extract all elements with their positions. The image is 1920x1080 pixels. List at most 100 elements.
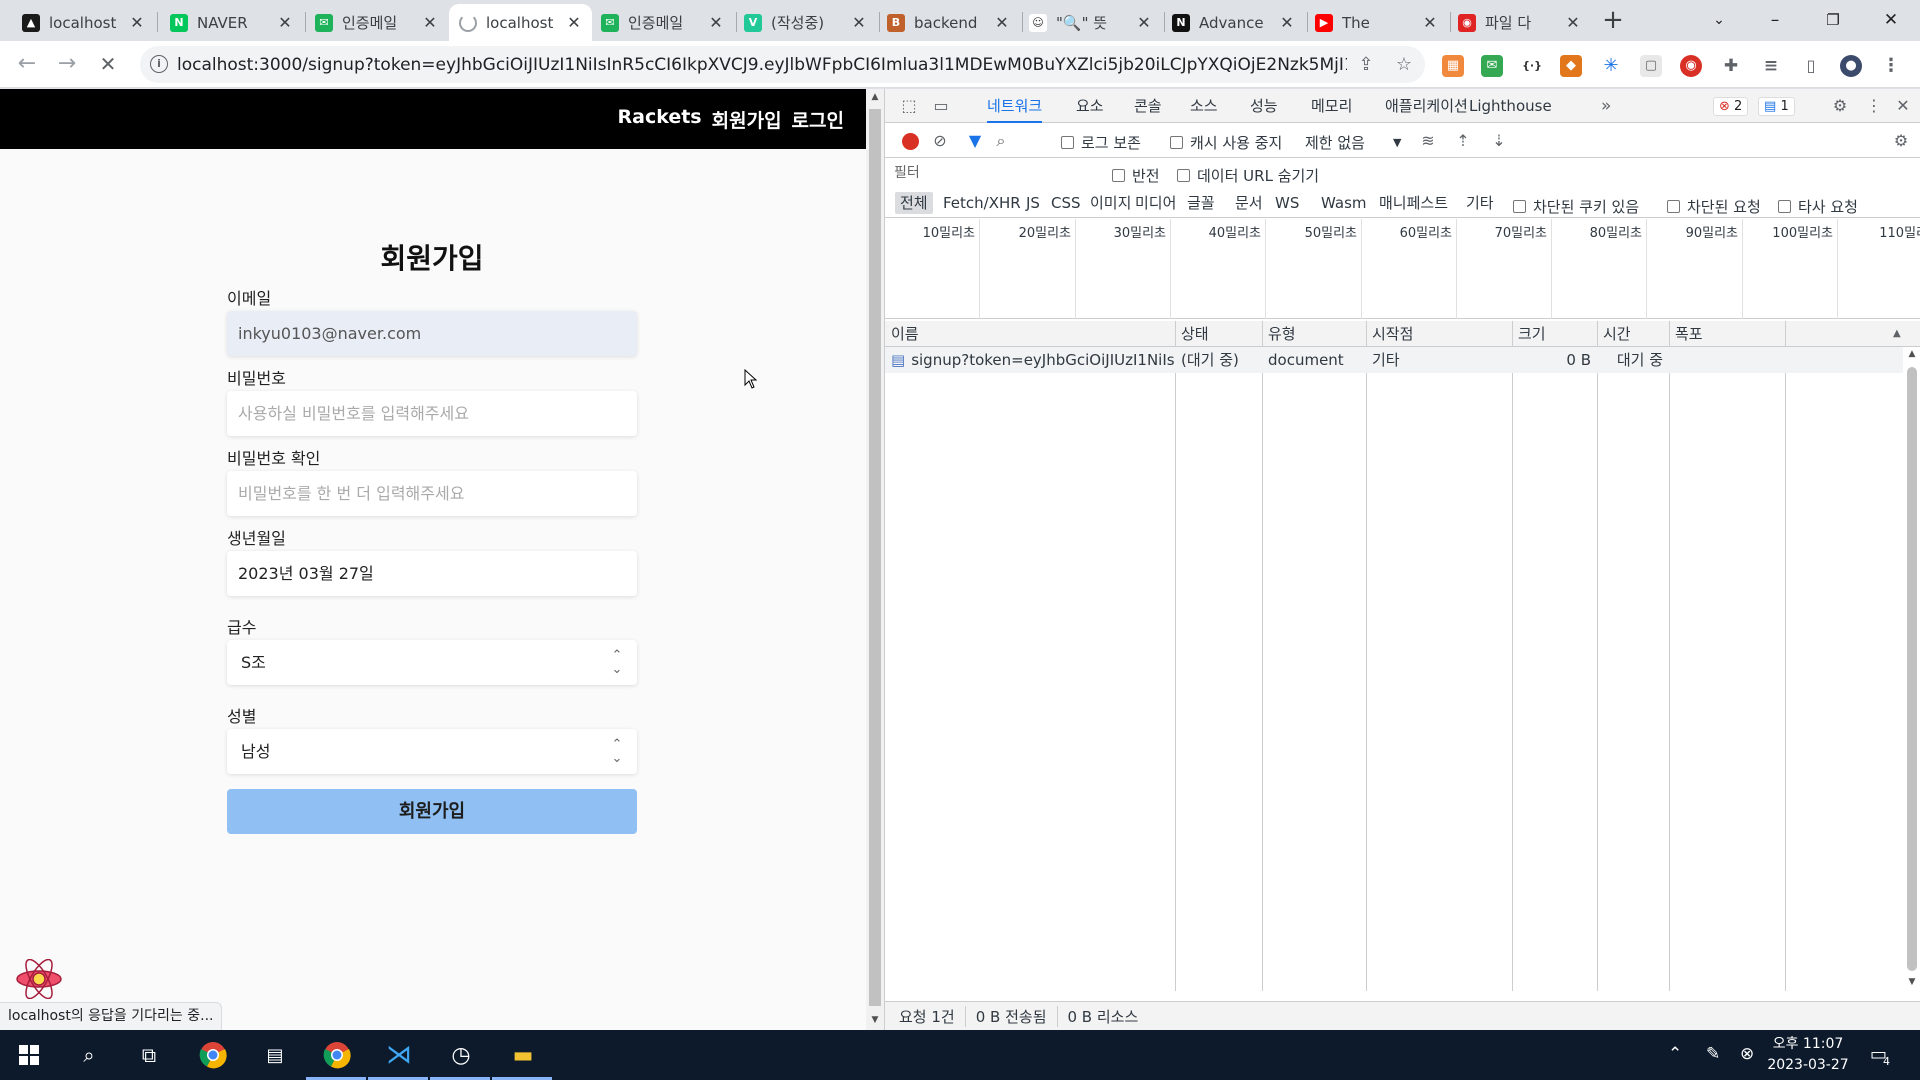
tab-close-icon[interactable]: ✕ bbox=[1422, 13, 1438, 32]
browser-tab[interactable]: ✉ 인증메일 ✕ bbox=[591, 4, 734, 41]
request-type-filter[interactable]: Fetch/XHR bbox=[943, 192, 1021, 214]
notifications-icon[interactable]: ▭4 bbox=[1870, 1044, 1894, 1068]
grade-select[interactable]: S조 ⌃ ⌄ bbox=[227, 640, 637, 685]
pen-icon[interactable]: ✎ bbox=[1706, 1044, 1720, 1064]
third-party-checkbox[interactable]: 타사 요청 bbox=[1778, 196, 1858, 217]
scroll-down-icon[interactable]: ▼ bbox=[866, 1015, 884, 1025]
extension-grid-icon[interactable]: ▦ bbox=[1442, 55, 1464, 77]
stop-loading-button[interactable]: ✕ bbox=[94, 51, 122, 79]
minimize-button[interactable]: – bbox=[1752, 4, 1798, 36]
request-type-filter[interactable]: CSS bbox=[1051, 192, 1081, 214]
browser-tab[interactable]: ▲ localhost ✕ bbox=[12, 4, 155, 41]
share-icon[interactable]: ⇪ bbox=[1355, 54, 1377, 76]
table-row[interactable]: ▤ signup?token=eyJhbGciOiJIUzI1NiIsI... (… bbox=[885, 347, 1903, 373]
windows-start-icon[interactable] bbox=[14, 1040, 44, 1070]
tab-close-icon[interactable]: ✕ bbox=[566, 13, 582, 32]
inspect-element-icon[interactable]: ⬚ bbox=[899, 96, 919, 116]
tab-close-icon[interactable]: ✕ bbox=[1565, 13, 1581, 32]
media-queue-icon[interactable]: ≡ bbox=[1760, 55, 1782, 77]
tab-close-icon[interactable]: ✕ bbox=[708, 13, 724, 32]
more-tabs-icon[interactable]: » bbox=[1601, 89, 1611, 123]
side-panel-icon[interactable]: ▯ bbox=[1800, 55, 1822, 77]
tab-search-icon[interactable]: ⌄ bbox=[1696, 4, 1742, 36]
bookmark-star-icon[interactable]: ☆ bbox=[1393, 54, 1415, 76]
extension-json-icon[interactable]: {·} bbox=[1521, 55, 1543, 77]
export-har-icon[interactable]: ⇣ bbox=[1489, 131, 1509, 151]
disable-cache-checkbox[interactable]: 캐시 사용 중지 bbox=[1170, 132, 1282, 153]
request-type-filter[interactable]: Wasm bbox=[1321, 192, 1367, 214]
devtools-tab[interactable]: 소스 bbox=[1190, 89, 1218, 123]
extensions-puzzle-icon[interactable]: ✚ bbox=[1720, 55, 1742, 77]
new-tab-button[interactable]: + bbox=[1598, 6, 1628, 36]
forward-button[interactable]: → bbox=[53, 51, 81, 79]
browser-tab[interactable]: N Advance ✕ bbox=[1162, 4, 1305, 41]
tab-close-icon[interactable]: ✕ bbox=[422, 13, 438, 32]
url-text[interactable]: localhost:3000/signup?token=eyJhbGciOiJI… bbox=[177, 55, 1347, 75]
devtools-close-icon[interactable]: ✕ bbox=[1893, 96, 1913, 116]
tray-overflow-icon[interactable]: ⌃ bbox=[1668, 1044, 1682, 1064]
devtools-tab[interactable]: 성능 bbox=[1250, 89, 1278, 123]
error-count-badge[interactable]: ⊗ 2 bbox=[1713, 97, 1749, 116]
search-icon[interactable]: ⌕ bbox=[991, 131, 1011, 151]
browser-tab[interactable]: N NAVER ✕ bbox=[160, 4, 303, 41]
brand-link[interactable]: Rackets bbox=[618, 106, 702, 133]
chrome-icon[interactable] bbox=[198, 1040, 228, 1070]
devtools-tab[interactable]: 네트워크 bbox=[987, 89, 1043, 123]
devtools-tab[interactable]: 애플리케이션 bbox=[1385, 89, 1468, 123]
chrome-active-icon[interactable] bbox=[322, 1040, 352, 1070]
network-conditions-icon[interactable]: ≋ bbox=[1418, 131, 1438, 151]
page-scrollbar[interactable]: ▲ ▼ bbox=[866, 89, 884, 1030]
file-explorer-icon[interactable]: ▬ bbox=[508, 1040, 538, 1070]
devtools-tab[interactable]: 콘솔 bbox=[1134, 89, 1162, 123]
column-header[interactable]: 폭포 bbox=[1669, 321, 1703, 347]
page-scrollbar-thumb[interactable] bbox=[869, 109, 881, 1006]
request-type-filter[interactable]: 글꼴 bbox=[1187, 192, 1215, 214]
address-bar[interactable]: i localhost:3000/signup?token=eyJhbGciOi… bbox=[140, 46, 1425, 83]
birthdate-field[interactable]: 2023년 03월 27일 bbox=[227, 551, 637, 596]
request-name-cell[interactable]: ▤ signup?token=eyJhbGciOiJIUzI1NiIsI... bbox=[885, 347, 1175, 373]
scroll-up-icon[interactable]: ▲ bbox=[866, 92, 884, 102]
clock-app-icon[interactable]: ◷ bbox=[446, 1040, 476, 1070]
tab-close-icon[interactable]: ✕ bbox=[129, 13, 145, 32]
react-query-devtools-icon[interactable] bbox=[14, 959, 64, 999]
message-count-badge[interactable]: ▤ 1 bbox=[1758, 97, 1795, 116]
network-settings-icon[interactable]: ⚙ bbox=[1891, 131, 1911, 151]
devtools-tab[interactable]: Lighthouse bbox=[1469, 89, 1552, 123]
column-header[interactable]: 크기 bbox=[1512, 321, 1546, 347]
request-type-filter[interactable]: 전체 bbox=[895, 192, 933, 214]
request-type-filter[interactable]: 미디어 bbox=[1135, 192, 1176, 214]
browser-tab[interactable]: ☺ "🔍" 뜻 ✕ bbox=[1019, 4, 1162, 41]
password-field[interactable]: 사용하실 비밀번호를 입력해주세요 bbox=[227, 391, 637, 436]
request-type-filter[interactable]: 기타 bbox=[1466, 192, 1494, 214]
scroll-up-icon[interactable]: ▲ bbox=[1903, 349, 1920, 359]
extension-gray-icon[interactable]: ▢ bbox=[1640, 55, 1662, 77]
vscode-icon[interactable]: ⋊ bbox=[384, 1040, 414, 1070]
signup-submit-button[interactable]: 회원가입 bbox=[227, 789, 637, 834]
column-header[interactable]: 시작점 bbox=[1366, 321, 1413, 347]
nav-signup-link[interactable]: 회원가입 bbox=[712, 106, 782, 133]
gender-select[interactable]: 남성 ⌃ ⌄ bbox=[227, 729, 637, 774]
tab-close-icon[interactable]: ✕ bbox=[994, 13, 1010, 32]
browser-tab[interactable]: ▶ The ✕ bbox=[1305, 4, 1448, 41]
terminal-icon[interactable]: ▤ bbox=[260, 1040, 290, 1070]
request-table-scrollbar-thumb[interactable] bbox=[1907, 367, 1917, 971]
request-type-filter[interactable]: JS bbox=[1026, 192, 1040, 214]
browser-tab[interactable]: ◉ 파일 다 ✕ bbox=[1448, 4, 1591, 41]
import-har-icon[interactable]: ⇡ bbox=[1453, 131, 1473, 151]
browser-menu-icon[interactable]: ⋮ bbox=[1880, 55, 1902, 77]
avatar[interactable]: ● bbox=[1840, 55, 1862, 77]
preserve-log-checkbox[interactable]: 로그 보존 bbox=[1061, 132, 1141, 153]
tab-close-icon[interactable]: ✕ bbox=[277, 13, 293, 32]
network-overview-timeline[interactable]: 10밀리초 20밀리초 30밀리초 40밀리초 50밀리초 60밀리초 70밀리초 80밀리초… bbox=[885, 219, 1920, 319]
blocked-requests-checkbox[interactable]: 차단된 요청 bbox=[1667, 196, 1761, 217]
devtools-menu-icon[interactable]: ⋮ bbox=[1864, 96, 1884, 116]
browser-tab[interactable]: localhost ✕ bbox=[449, 4, 592, 41]
column-header[interactable]: 유형 bbox=[1262, 321, 1296, 347]
back-button[interactable]: ← bbox=[13, 51, 41, 79]
filter-icon[interactable]: ▼ bbox=[965, 131, 985, 151]
devtools-settings-icon[interactable]: ⚙ bbox=[1830, 96, 1850, 116]
scroll-down-icon[interactable]: ▼ bbox=[1903, 977, 1920, 987]
site-info-icon[interactable]: i bbox=[150, 55, 168, 73]
request-type-filter[interactable]: 문서 bbox=[1235, 192, 1263, 214]
task-view-icon[interactable]: ⧉ bbox=[134, 1040, 164, 1070]
